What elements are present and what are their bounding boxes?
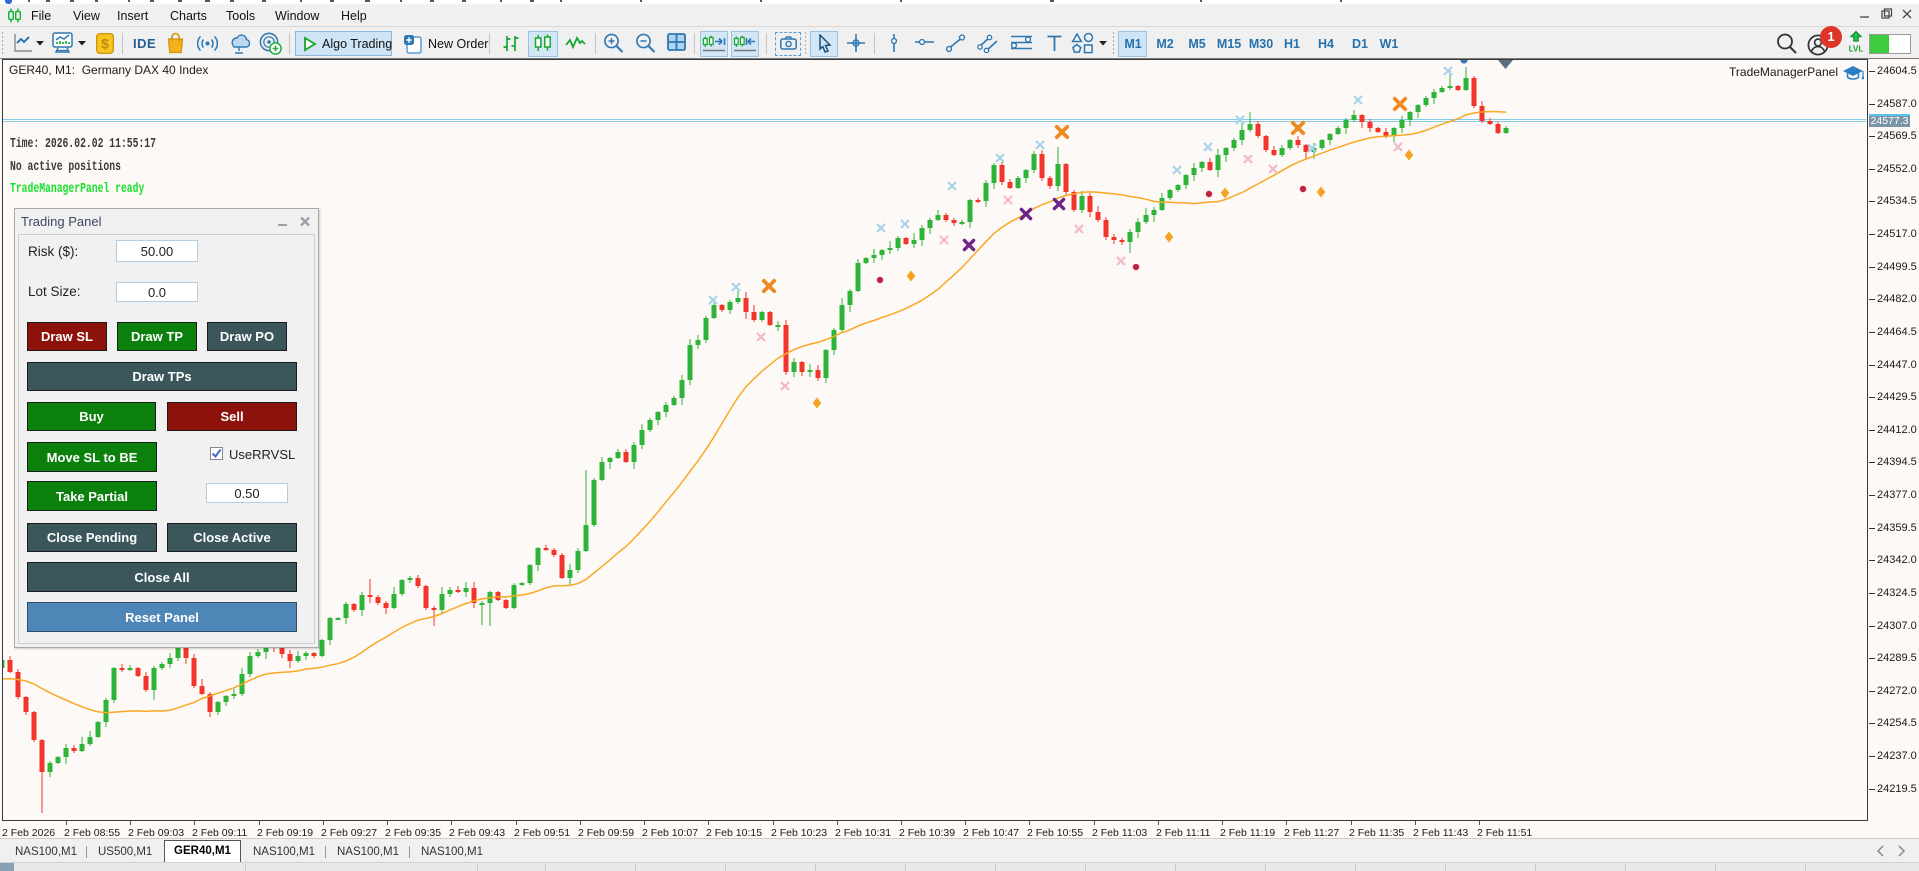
svg-text:$: $ bbox=[101, 36, 109, 52]
svg-text:LVL: LVL bbox=[1849, 45, 1864, 54]
